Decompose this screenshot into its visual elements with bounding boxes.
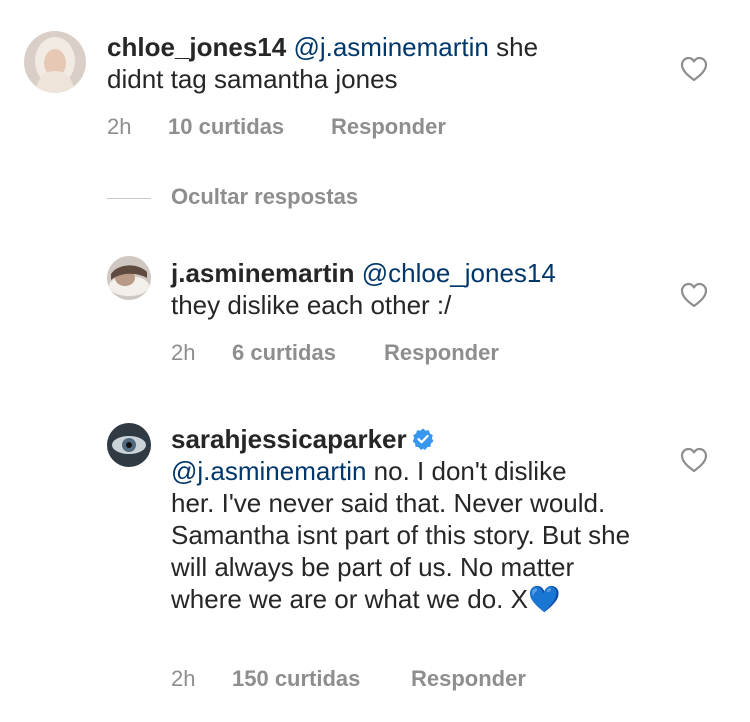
comment-username[interactable]: chloe_jones14 [107, 32, 286, 62]
avatar[interactable] [107, 256, 151, 300]
reply-button[interactable]: Responder [411, 666, 526, 692]
likes-count[interactable]: 150 curtidas [232, 666, 360, 692]
comment-time: 2h [171, 340, 196, 365]
comment-text: sarahjessicaparker @j.asminemartin no. I… [171, 423, 651, 615]
like-button[interactable] [680, 56, 708, 82]
avatar[interactable] [24, 31, 86, 93]
comment-username[interactable]: j.asminemartin [171, 258, 355, 288]
comment-body-line1: she [488, 32, 539, 62]
heart-outline-icon [680, 56, 708, 82]
likes-count[interactable]: 6 curtidas [232, 340, 336, 366]
heart-outline-icon [680, 282, 708, 308]
comment-text: chloe_jones14 @j.asminemartin she didnt … [107, 31, 607, 95]
heart-outline-icon [680, 447, 708, 473]
divider [107, 198, 151, 199]
like-button[interactable] [680, 447, 708, 473]
comment-username[interactable]: sarahjessicaparker [171, 424, 407, 454]
comment-mention-link[interactable]: @j.asminemartin [171, 456, 366, 486]
comment-text: j.asminemartin @chloe_jones14 they disli… [171, 257, 651, 321]
comment-body: didnt tag samantha jones [107, 64, 398, 94]
comment-body-line1: no. I don't dislike [366, 456, 567, 486]
comment-mention-link[interactable]: @chloe_jones14 [362, 258, 556, 288]
reply-button[interactable]: Responder [384, 340, 499, 366]
likes-count[interactable]: 10 curtidas [168, 114, 284, 140]
comment-body: they dislike each other :/ [171, 290, 452, 320]
comment-body: her. I've never said that. Never would. … [171, 488, 631, 614]
hide-replies-label[interactable]: Ocultar respostas [171, 184, 358, 210]
comment-meta: 2h 10 curtidas Responder [107, 114, 507, 142]
verified-badge-icon [411, 427, 435, 451]
comment-meta: 2h 6 curtidas Responder [171, 340, 571, 368]
comment-time: 2h [171, 666, 196, 691]
like-button[interactable] [680, 282, 708, 308]
comment-time: 2h [107, 114, 132, 139]
avatar[interactable] [107, 423, 151, 467]
comment-meta: 2h 150 curtidas Responder [171, 666, 591, 694]
comment-mention-link[interactable]: @j.asminemartin [293, 32, 488, 62]
reply-button[interactable]: Responder [331, 114, 446, 140]
